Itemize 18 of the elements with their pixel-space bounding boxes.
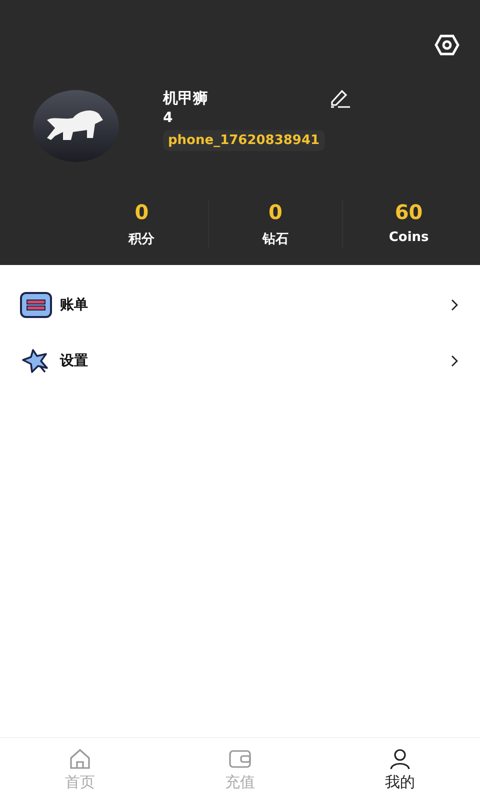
account-id: phone_17620838941	[163, 130, 325, 151]
edit-icon[interactable]	[328, 88, 352, 108]
stat-label: 积分	[128, 231, 155, 248]
stat-value: 0	[134, 200, 149, 224]
nav-tab[interactable]: 我的	[320, 738, 480, 800]
chevron-icon	[450, 299, 458, 311]
user-level: 4	[163, 110, 173, 126]
chevron-icon	[450, 355, 458, 367]
stat-label: 钻石	[262, 231, 288, 248]
stat-label: Coins	[388, 230, 429, 245]
home-icon	[67, 746, 93, 770]
stat-value: 0	[268, 200, 282, 224]
menu-item[interactable]: 账单	[0, 277, 480, 333]
settings-icon[interactable]	[434, 34, 460, 56]
stat-value: 60	[394, 200, 423, 224]
user-name: 机甲狮	[163, 88, 208, 108]
list-icon	[20, 292, 52, 318]
menu-item[interactable]: 设置	[0, 333, 480, 389]
